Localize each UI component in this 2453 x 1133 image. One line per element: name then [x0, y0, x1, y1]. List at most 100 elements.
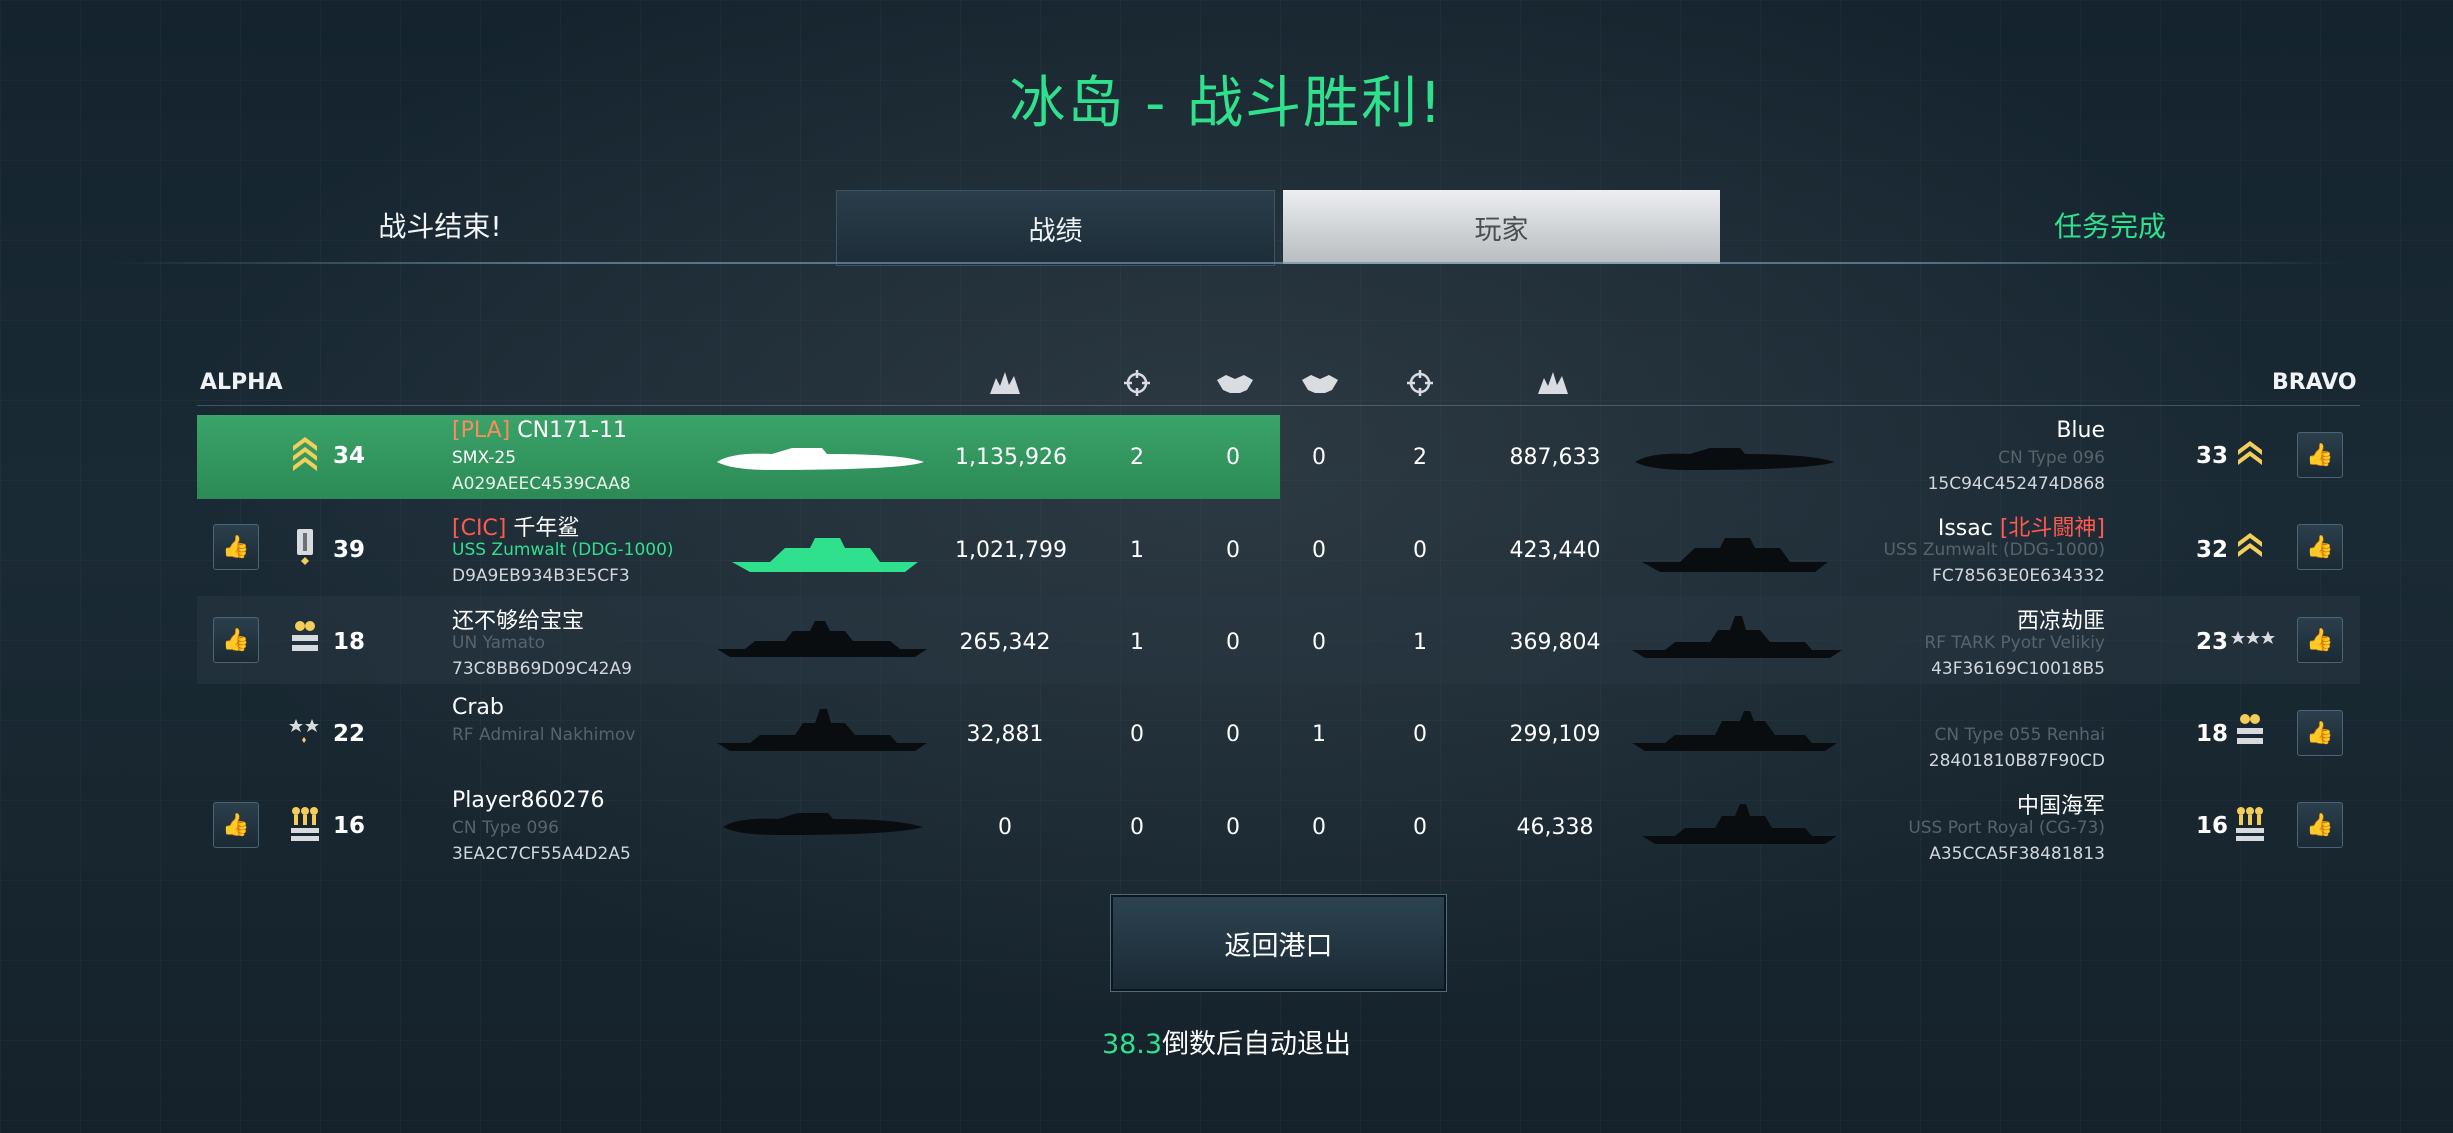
destroyer-silhouette — [732, 538, 918, 572]
alpha-damage: 1,135,926 — [955, 445, 1067, 470]
player-level: 18 — [333, 629, 366, 655]
clan-tag: [PLA] — [452, 418, 511, 443]
clan-tag: [北斗闘神] — [1999, 516, 2105, 541]
like-button[interactable]: 👍 — [213, 802, 259, 848]
ship-name: CN Type 096 — [452, 818, 559, 838]
header-divider — [197, 405, 2360, 406]
player-code: 73C8BB69D09C42A9 — [452, 659, 632, 679]
ship-name: SMX-25 — [452, 448, 517, 468]
thumbs-up-icon: 👍 — [222, 534, 250, 560]
alpha-damage: 32,881 — [966, 722, 1044, 747]
cruiser-silhouette — [1632, 616, 1842, 658]
ship-name: RF TARK Pyotr Velikiy — [1924, 633, 2105, 653]
rank-stars-icon — [2230, 710, 2270, 754]
cruiser-silhouette — [1642, 804, 1837, 844]
bravo-kills: 0 — [1413, 815, 1427, 840]
battle-over-label: 战斗结束! — [378, 210, 502, 243]
player-name[interactable]: Issac [北斗闘神] — [1860, 510, 2105, 542]
battleship-silhouette — [717, 621, 927, 657]
player-name[interactable]: 还不够给宝宝 — [452, 603, 584, 635]
bravo-kills: 0 — [1413, 538, 1427, 563]
tab-stats[interactable]: 战绩 — [836, 190, 1275, 266]
like-button[interactable]: 👍 — [213, 617, 259, 663]
player-code: 43F36169C10018B5 — [1931, 659, 2105, 679]
tab-players[interactable]: 玩家 — [1283, 190, 1720, 264]
like-button[interactable]: 👍 — [2297, 524, 2343, 570]
player-name[interactable]: 中国海军 — [1860, 788, 2105, 820]
player-level: 16 — [333, 813, 366, 839]
like-button[interactable]: 👍 — [2297, 802, 2343, 848]
handshake-icon — [1300, 368, 1340, 398]
countdown-text: 倒数后自动退出 — [1162, 1029, 1352, 1060]
alpha-damage: 0 — [998, 815, 1012, 840]
alpha-kills: 0 — [1130, 722, 1144, 747]
player-level: 16 — [2196, 813, 2229, 839]
player-name[interactable]: [PLA] CN171-11 — [452, 418, 627, 443]
alpha-assists: 0 — [1226, 815, 1240, 840]
player-code: 28401810B87F90CD — [1928, 751, 2105, 771]
like-button[interactable]: 👍 — [2297, 617, 2343, 663]
clan-tag: [CIC] — [452, 516, 507, 541]
player-level: 23 — [2196, 629, 2229, 655]
thumbs-up-icon: 👍 — [222, 812, 250, 838]
rank-bar-icon — [285, 524, 325, 568]
destroyer-silhouette — [1632, 711, 1837, 751]
explosion-icon — [1533, 368, 1573, 398]
bravo-assists: 0 — [1312, 445, 1326, 470]
player-level: 33 — [2196, 443, 2229, 469]
thumbs-up-icon: 👍 — [2306, 627, 2334, 653]
player-code: 15C94C452474D868 — [1927, 474, 2105, 494]
rank-medals-icon — [2230, 802, 2270, 846]
alpha-kills: 1 — [1130, 538, 1144, 563]
ship-name: USS Zumwalt (DDG-1000) — [1883, 540, 2105, 560]
player-name[interactable]: Player860276 — [452, 788, 604, 813]
player-name-text: CN171-11 — [517, 418, 627, 443]
player-code: A029AEEC4539CAA8 — [452, 474, 631, 494]
thumbs-up-icon: 👍 — [2306, 442, 2334, 468]
page-title: 冰岛 - 战斗胜利! — [1009, 71, 1444, 136]
alpha-assists: 0 — [1226, 538, 1240, 563]
player-name[interactable]: Crab — [452, 695, 504, 720]
crosshair-icon — [1117, 368, 1157, 398]
team-alpha-label: ALPHA — [200, 370, 283, 395]
like-button[interactable]: 👍 — [2297, 432, 2343, 478]
player-name-text: 千年鲨 — [513, 516, 580, 541]
explosion-icon — [985, 368, 1025, 398]
tabs-divider — [105, 262, 2350, 264]
thumbs-up-icon: 👍 — [2306, 720, 2334, 746]
bravo-assists: 1 — [1312, 722, 1326, 747]
bravo-kills: 1 — [1413, 630, 1427, 655]
submarine-silhouette — [1635, 448, 1835, 470]
player-code: 3EA2C7CF55A4D2A5 — [452, 844, 631, 864]
player-name[interactable]: [CIC] 千年鲨 — [452, 510, 579, 542]
bravo-damage: 887,633 — [1509, 445, 1601, 470]
ship-name: UN Yamato — [452, 633, 546, 653]
player-level: 22 — [333, 721, 366, 747]
rank-chevron-icon — [2230, 432, 2270, 476]
player-name[interactable]: 西凉劫匪 — [1860, 603, 2105, 635]
alpha-assists: 0 — [1226, 445, 1240, 470]
mission-complete-label[interactable]: 任务完成 — [1960, 205, 2260, 245]
alpha-assists: 0 — [1226, 722, 1240, 747]
alpha-assists: 0 — [1226, 630, 1240, 655]
alpha-kills: 0 — [1130, 815, 1144, 840]
bravo-damage: 369,804 — [1509, 630, 1601, 655]
player-level: 39 — [333, 537, 366, 563]
ship-name: CN Type 096 — [1998, 448, 2105, 468]
rank-stars-icon — [285, 617, 325, 661]
ship-name: USS Port Royal (CG-73) — [1908, 818, 2105, 838]
bravo-assists: 0 — [1312, 815, 1326, 840]
like-button[interactable]: 👍 — [213, 524, 259, 570]
like-button[interactable]: 👍 — [2297, 710, 2343, 756]
return-to-port-button[interactable]: 返回港口 — [1110, 894, 1447, 992]
bravo-damage: 46,338 — [1516, 815, 1594, 840]
alpha-damage: 1,021,799 — [955, 538, 1067, 563]
ship-name: USS Zumwalt (DDG-1000) — [452, 540, 674, 560]
player-level: 32 — [2196, 537, 2229, 563]
team-bravo-label: BRAVO — [2272, 370, 2357, 395]
player-name[interactable]: Blue — [1860, 418, 2105, 443]
bravo-assists: 0 — [1312, 538, 1326, 563]
thumbs-up-icon: 👍 — [2306, 534, 2334, 560]
crosshair-icon — [1400, 368, 1440, 398]
bravo-assists: 0 — [1312, 630, 1326, 655]
